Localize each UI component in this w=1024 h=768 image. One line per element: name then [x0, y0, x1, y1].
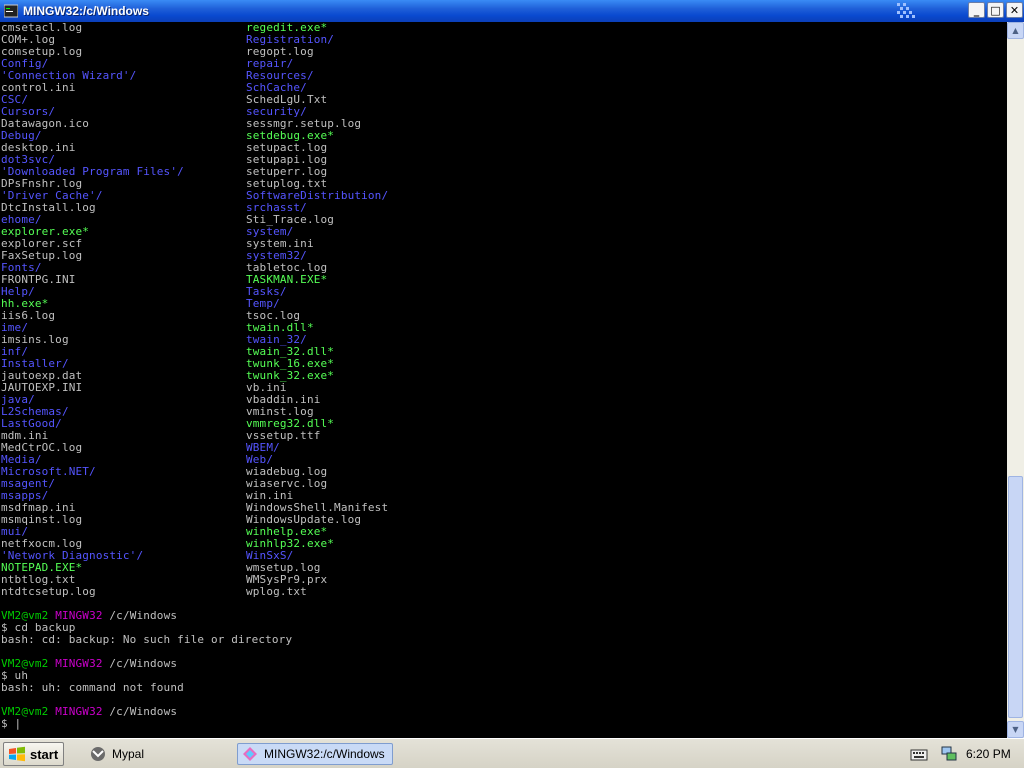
command-output: bash: cd: backup: No such file or direct…	[1, 633, 293, 646]
prompt-path: /c/Windows	[102, 609, 178, 622]
taskbar-item-mypal[interactable]: Mypal	[86, 743, 226, 765]
start-label: start	[30, 746, 59, 762]
start-button[interactable]: start	[3, 742, 64, 766]
prompt-path: /c/Windows	[102, 705, 178, 718]
keyboard-icon[interactable]	[910, 746, 928, 766]
network-icon[interactable]	[940, 745, 958, 767]
scroll-thumb[interactable]	[1008, 476, 1023, 718]
vertical-scrollbar[interactable]: ▲ ▼	[1007, 22, 1024, 738]
command-output: bash: uh: command not found	[1, 681, 184, 694]
command-line[interactable]: $ |	[1, 718, 21, 730]
taskbar-item-label: MINGW32:/c/Windows	[264, 747, 385, 761]
windows-flag-icon	[9, 746, 25, 762]
taskbar-item-mingw[interactable]: MINGW32:/c/Windows	[237, 743, 393, 765]
shell-prompt: VM2@vm2 MINGW32 /c/Windows	[1, 706, 177, 718]
scroll-up-arrow-icon[interactable]: ▲	[1007, 22, 1024, 39]
close-button[interactable]: ✕	[1006, 2, 1023, 18]
mingw-app-icon	[3, 3, 19, 19]
taskbar: start Mypal MINGW32:/c/Windows 6:20 PM	[0, 738, 1024, 768]
mingw-icon	[242, 746, 258, 762]
taskbar-item-label: Mypal	[112, 747, 145, 761]
listing-entry: ntdtcsetup.log	[1, 585, 96, 598]
scroll-down-arrow-icon[interactable]: ▼	[1007, 721, 1024, 738]
listing-entry: wplog.txt	[246, 585, 307, 598]
prompt-host: MINGW32	[55, 657, 103, 670]
prompt-path: /c/Windows	[102, 657, 178, 670]
mypal-icon	[90, 746, 106, 762]
prompt-host: MINGW32	[55, 705, 103, 718]
window-titlebar[interactable]: MINGW32:/c/Windows _ □ ✕	[0, 0, 1024, 22]
terminal-output[interactable]: cmsetacl.log regedit.exe* COM+.log Registra…	[0, 22, 1007, 738]
minimize-button[interactable]: _	[968, 2, 985, 18]
system-tray: 6:20 PM	[904, 742, 1022, 766]
window-title: MINGW32:/c/Windows	[23, 4, 149, 18]
titlebar-pattern-icon	[897, 3, 915, 18]
maximize-button[interactable]: □	[987, 2, 1004, 18]
clock[interactable]: 6:20 PM	[966, 747, 1011, 761]
